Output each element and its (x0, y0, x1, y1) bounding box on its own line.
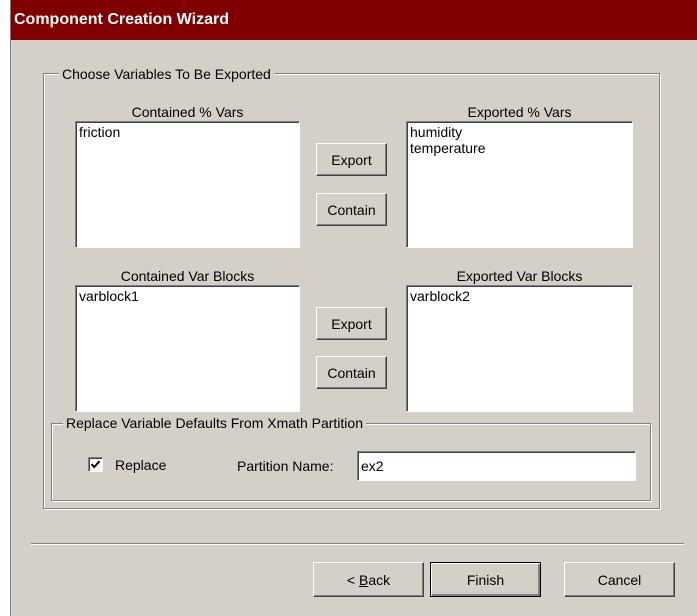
exported-vars-list[interactable]: humidity temperature (406, 121, 633, 248)
replace-checkbox[interactable] (88, 457, 103, 472)
partition-name-input[interactable] (357, 451, 636, 481)
export-vars-button[interactable]: Export (316, 143, 387, 176)
contained-vars-label: Contained % Vars (131, 104, 244, 120)
list-item[interactable]: friction (79, 124, 296, 140)
contained-vars-list[interactable]: friction (75, 121, 300, 248)
checkmark-icon (90, 460, 101, 469)
export-blocks-button[interactable]: Export (316, 307, 387, 340)
partition-name-label: Partition Name: (237, 458, 334, 474)
back-button-prefix: < (346, 571, 359, 588)
back-button-accel: B (358, 571, 369, 588)
footer-separator (31, 543, 684, 545)
list-item[interactable]: varblock1 (79, 288, 296, 304)
exported-blocks-label: Exported Var Blocks (456, 268, 583, 284)
contained-blocks-list[interactable]: varblock1 (75, 285, 300, 412)
list-item[interactable]: temperature (410, 140, 629, 156)
exported-blocks-list[interactable]: varblock2 (406, 285, 633, 412)
contain-blocks-button[interactable]: Contain (316, 356, 387, 389)
finish-button[interactable]: Finish (430, 562, 541, 597)
replace-group-legend: Replace Variable Defaults From Xmath Par… (63, 415, 366, 431)
contain-vars-button[interactable]: Contain (316, 193, 387, 226)
back-button[interactable]: < Back (313, 562, 424, 597)
wizard-window: Component Creation Wizard Choose Variabl… (10, 0, 697, 616)
back-button-rest: ack (368, 571, 391, 588)
window-title: Component Creation Wizard (11, 0, 697, 40)
exported-vars-label: Exported % Vars (467, 104, 572, 120)
export-group-legend: Choose Variables To Be Exported (59, 66, 274, 82)
contained-blocks-label: Contained Var Blocks (120, 268, 255, 284)
list-item[interactable]: varblock2 (410, 288, 629, 304)
cancel-button[interactable]: Cancel (564, 562, 675, 597)
replace-checkbox-label[interactable]: Replace (115, 457, 166, 473)
list-item[interactable]: humidity (410, 124, 629, 140)
